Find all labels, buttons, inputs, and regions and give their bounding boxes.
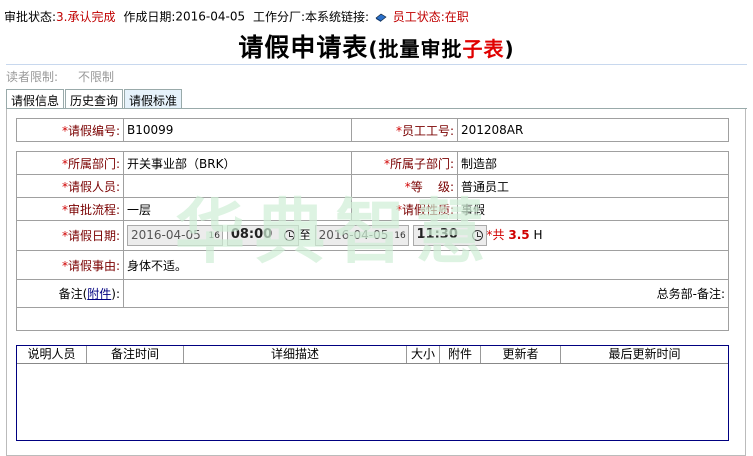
approval-status-value: 3.承认完成 <box>56 10 116 24</box>
nature-value: 事假 <box>457 197 729 221</box>
system-link-label: 本系统链接: <box>305 10 370 24</box>
title-open-paren: ( <box>368 37 379 61</box>
total-hours: 3.5 <box>508 228 530 242</box>
col-last-updated[interactable]: 最后更新时间 <box>561 346 728 363</box>
person-label: 请假人员: <box>67 179 120 194</box>
clock-icon[interactable] <box>471 230 483 241</box>
title-main: 请假申请表 <box>238 33 369 62</box>
grid-header: 说明人员 备注时间 详细描述 大小 附件 更新者 最后更新时间 <box>17 346 728 364</box>
subdept-label: 所属子部门: <box>389 156 454 171</box>
calendar-icon[interactable]: 16 <box>209 231 220 241</box>
remark-label-post: ): <box>111 287 120 301</box>
clock-icon[interactable] <box>283 230 295 241</box>
remark-grid: 说明人员 备注时间 详细描述 大小 附件 更新者 最后更新时间 <box>16 345 729 441</box>
title-batch: 批量审批 <box>378 37 463 61</box>
approval-status-label: 审批状态: <box>4 10 57 24</box>
leave-no-value: B10099 <box>123 118 352 142</box>
reason-label: 请假事由: <box>67 258 120 273</box>
date-label: 请假日期: <box>67 229 120 243</box>
branch-label: 工作分厂: <box>252 10 305 24</box>
title-close-paren: ) <box>504 37 515 61</box>
leave-detail-table: *所属部门: 开关事业部（BRK） *所属子部门: 制造部 *请假人员: *等 … <box>16 151 729 331</box>
employee-status-value: 在职 <box>444 10 469 24</box>
reader-label: 读者限制: <box>6 70 59 84</box>
start-time-field[interactable]: 08:00 <box>226 225 299 246</box>
total-unit: H <box>533 228 543 242</box>
created-date-value: 2016-04-05 <box>175 9 246 24</box>
dept-label: 所属部门: <box>67 156 120 171</box>
title-sub: 子表 <box>462 37 505 61</box>
grade-value: 普通员工 <box>457 174 729 198</box>
dept-value: 开关事业部（BRK） <box>123 151 352 175</box>
flow-label: 审批流程: <box>67 202 120 217</box>
status-bar: 审批状态:3.承认完成 作成日期:2016-04-05 工作分厂:本系统链接: … <box>4 8 469 25</box>
emp-no-value: 201208AR <box>457 118 729 142</box>
leave-no-label: 请假编号: <box>67 123 120 138</box>
grade-label: 等 级: <box>410 179 454 194</box>
col-remark-time[interactable]: 备注时间 <box>87 346 184 363</box>
date-to-label: 至 <box>298 228 311 242</box>
end-time-value: 11:30 <box>416 227 458 242</box>
remark-attach-link[interactable]: 附件 <box>87 287 111 301</box>
start-date-field[interactable]: 2016-04-05 16 <box>127 225 223 246</box>
nature-label: 请假性质: <box>401 202 454 217</box>
title-divider <box>6 64 747 65</box>
system-link-icon[interactable] <box>375 12 387 22</box>
page-title: 请假申请表(批量审批子表) <box>0 28 753 64</box>
end-date-value: 2016-04-05 <box>318 228 389 242</box>
reader-restriction: 读者限制: 不限制 <box>6 68 114 85</box>
col-explainer[interactable]: 说明人员 <box>17 346 87 363</box>
col-updater[interactable]: 更新者 <box>481 346 561 363</box>
date-range-cell: 2016-04-05 16 08:00 至 2016-04-05 16 11:30 *共… <box>123 220 729 251</box>
tab-leave-info[interactable]: 请假信息 <box>6 89 65 109</box>
created-date-label: 作成日期: <box>123 10 176 24</box>
remark-content[interactable] <box>16 307 729 331</box>
col-size[interactable]: 大小 <box>407 346 440 363</box>
start-time-value: 08:00 <box>230 227 273 242</box>
employee-status-label: 员工状态: <box>392 10 445 24</box>
end-time-field[interactable]: 11:30 <box>412 225 487 246</box>
emp-no-label: 员工工号: <box>401 123 454 138</box>
tab-bar: 请假信息 历史查询 请假标准 <box>6 89 183 109</box>
remark-label-pre: 备注( <box>58 287 88 301</box>
col-attachment[interactable]: 附件 <box>440 346 481 363</box>
end-date-field[interactable]: 2016-04-05 16 <box>314 225 409 246</box>
tab-leave-standard[interactable]: 请假标准 <box>124 89 183 109</box>
tab-history[interactable]: 历史查询 <box>65 89 124 109</box>
reader-value: 不限制 <box>78 70 115 84</box>
subdept-value: 制造部 <box>457 151 729 175</box>
person-value[interactable] <box>123 174 352 198</box>
flow-value: 一层 <box>123 197 352 221</box>
calendar-icon[interactable]: 16 <box>394 231 405 241</box>
reason-value[interactable]: 身体不适。 <box>123 250 729 280</box>
col-description[interactable]: 详细描述 <box>184 346 407 363</box>
start-date-value: 2016-04-05 <box>131 228 201 242</box>
gm-remark-label: 总务部-备注: <box>123 279 729 308</box>
leave-number-table: *请假编号: B10099 *员工工号: 201208AR <box>16 118 729 142</box>
total-prefix: *共 <box>486 228 505 242</box>
